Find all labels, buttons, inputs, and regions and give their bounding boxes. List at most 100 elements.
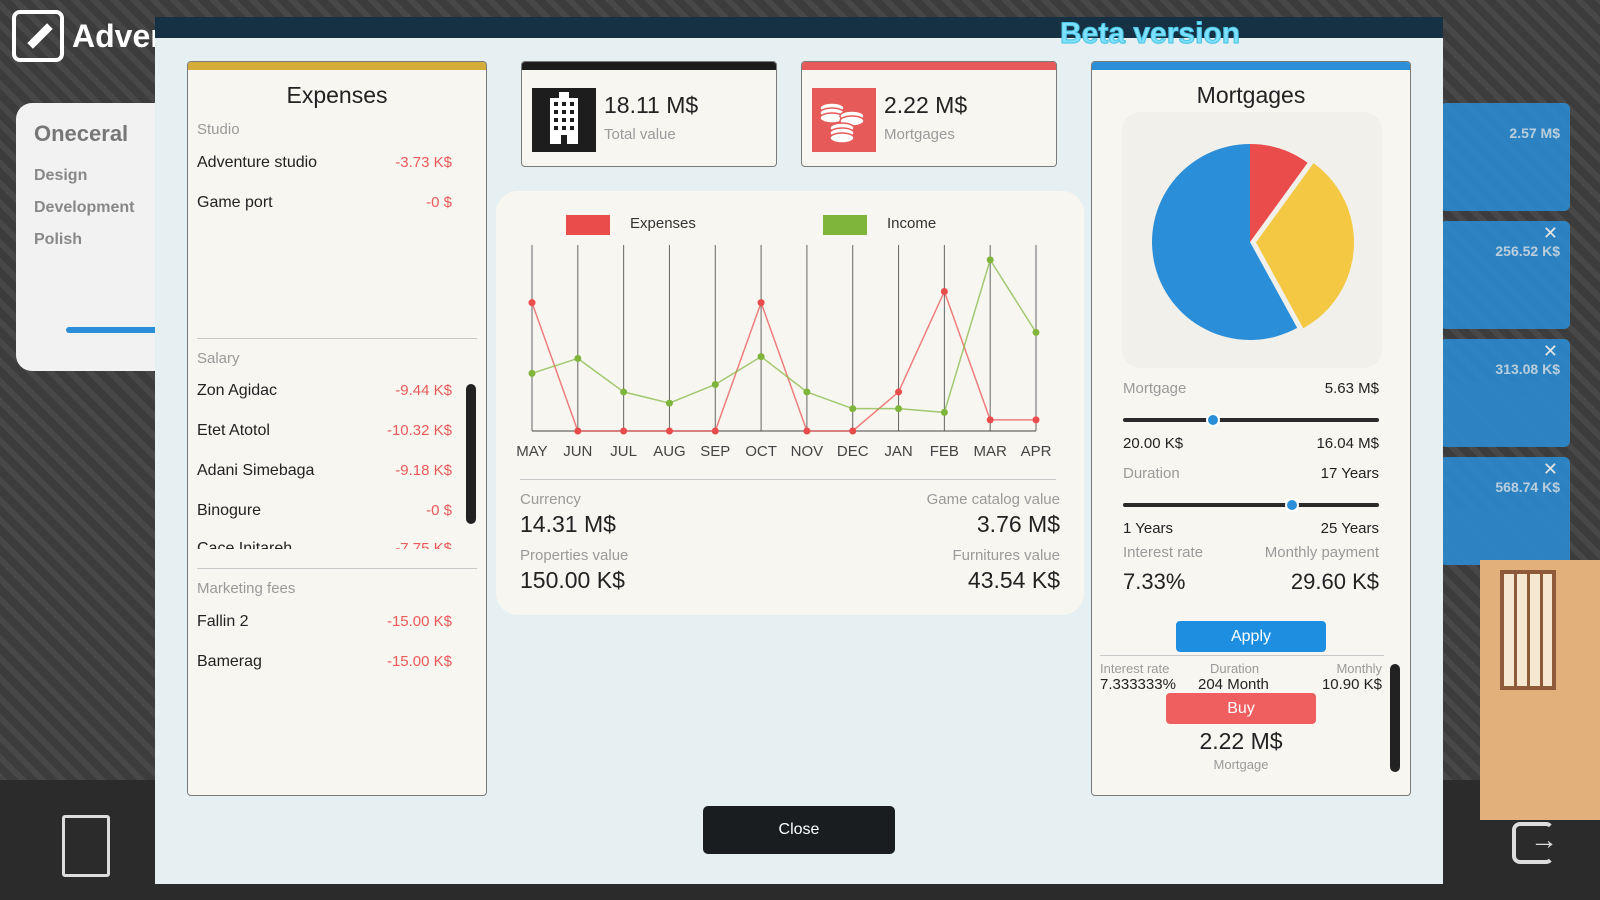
close-button[interactable]: Close bbox=[703, 806, 895, 854]
pie-chart-area bbox=[1122, 112, 1382, 368]
currency-value: 14.31 M$ bbox=[520, 511, 616, 537]
side-card-value: 2.57 M$ bbox=[1509, 125, 1560, 141]
edit-icon bbox=[12, 10, 64, 62]
expense-value: -0 $ bbox=[426, 194, 452, 211]
duration-slider-handle[interactable] bbox=[1284, 498, 1299, 512]
duration-label: Duration bbox=[1123, 465, 1180, 482]
side-card[interactable]: ✕ 256.52 K$ bbox=[1440, 221, 1570, 329]
data-point-income bbox=[665, 399, 673, 407]
exit-icon[interactable] bbox=[1512, 822, 1558, 864]
x-tick-label: APR bbox=[1021, 443, 1052, 460]
salary-row: Binogure -0 $ bbox=[197, 502, 452, 524]
side-cards: 2.57 M$ ✕ 256.52 K$ ✕ 313.08 K$ ✕ 568.74 K$ bbox=[1440, 103, 1570, 575]
offer-monthly-label: Monthly bbox=[1336, 661, 1382, 676]
data-point-expenses bbox=[574, 427, 582, 435]
salary-value: -9.44 K$ bbox=[395, 382, 452, 399]
mortgage-slider[interactable] bbox=[1123, 413, 1379, 427]
apply-button[interactable]: Apply bbox=[1176, 621, 1326, 652]
buy-button[interactable]: Buy bbox=[1166, 693, 1316, 724]
close-icon[interactable]: ✕ bbox=[1543, 341, 1558, 362]
expense-row: Game port -0 $ bbox=[197, 194, 452, 216]
employee-name: Zon Agidac bbox=[197, 382, 278, 399]
offer-interest-value: 7.333333% bbox=[1100, 676, 1176, 693]
data-point-expenses bbox=[940, 288, 948, 295]
panel-accent bbox=[1092, 62, 1410, 70]
section-divider bbox=[197, 338, 477, 339]
x-tick-label: JAN bbox=[884, 443, 912, 460]
expenses-title: Expenses bbox=[286, 82, 388, 108]
close-icon[interactable]: ✕ bbox=[1543, 223, 1558, 244]
salary-label: Salary bbox=[197, 350, 240, 367]
offer-interest-label: Interest rate bbox=[1100, 661, 1170, 676]
mortgage-value: 5.63 M$ bbox=[1324, 380, 1379, 397]
campaign-name: Bamerag bbox=[197, 653, 262, 670]
mortgages-panel: Mortgages Mortgage 5.63 M$ 20.00 K$ 16.0… bbox=[1091, 61, 1411, 796]
data-point-income bbox=[620, 388, 628, 396]
modal-header-strip bbox=[155, 17, 1443, 38]
monthly-value: 29.60 K$ bbox=[1290, 569, 1379, 594]
mortgages-title: Mortgages bbox=[1196, 82, 1306, 108]
catalog-label: Game catalog value bbox=[926, 491, 1060, 508]
window-decoration bbox=[1500, 570, 1556, 690]
project-step: Development bbox=[34, 199, 135, 216]
salary-value: -7.75 K$ bbox=[395, 540, 452, 549]
expense-row: Adventure studio -3.73 K$ bbox=[197, 154, 452, 176]
mortgage-slider-handle[interactable] bbox=[1205, 413, 1220, 427]
data-point-expenses bbox=[620, 427, 628, 435]
data-point-income bbox=[574, 354, 582, 362]
mortgages-card: 2.22 M$ Mortgages bbox=[801, 61, 1057, 167]
mortgage-label: Mortgage bbox=[1123, 380, 1187, 397]
employee-name: Etet Atotol bbox=[197, 422, 270, 439]
offer-duration-value: 204 Month bbox=[1198, 676, 1269, 693]
side-card[interactable]: ✕ 568.74 K$ bbox=[1440, 457, 1570, 565]
panel-accent bbox=[188, 62, 486, 70]
employee-name: Binogure bbox=[197, 502, 262, 519]
data-point-income bbox=[757, 353, 765, 361]
side-card[interactable]: ✕ 313.08 K$ bbox=[1440, 339, 1570, 447]
data-point-expenses bbox=[757, 299, 765, 307]
side-card[interactable]: 2.57 M$ bbox=[1440, 103, 1570, 211]
building-icon[interactable] bbox=[62, 815, 110, 877]
interest-label: Interest rate bbox=[1123, 544, 1204, 561]
stats-divider bbox=[520, 479, 1056, 480]
salary-row: Cace Initareh -7.75 K$ bbox=[197, 540, 452, 549]
side-card-value: 313.08 K$ bbox=[1495, 361, 1560, 377]
x-tick-label: MAY bbox=[516, 443, 547, 460]
x-tick-label: JUN bbox=[563, 443, 592, 460]
panel-accent bbox=[802, 62, 1056, 70]
marketing-row: Bamerag -15.00 K$ bbox=[197, 653, 452, 675]
data-point-income bbox=[986, 256, 994, 264]
offer-duration-label: Duration bbox=[1210, 661, 1260, 676]
x-tick-label: MAR bbox=[974, 443, 1008, 460]
mortgage-max: 16.04 M$ bbox=[1316, 435, 1379, 452]
expenses-panel: Expenses Studio Adventure studio -3.73 K… bbox=[187, 61, 487, 796]
employee-name: Adani Simebaga bbox=[197, 462, 315, 479]
x-tick-label: FEB bbox=[930, 443, 959, 460]
data-point-income bbox=[803, 388, 811, 396]
salary-scrollbar[interactable] bbox=[466, 384, 476, 524]
x-tick-label: DEC bbox=[837, 443, 869, 460]
data-point-income bbox=[895, 405, 903, 413]
project-title: Oneceral bbox=[34, 121, 129, 146]
total-value: 18.11 M$ bbox=[604, 92, 699, 118]
mortgages-label: Mortgages bbox=[884, 126, 955, 143]
panel-accent bbox=[522, 62, 776, 70]
duration-value: 17 Years bbox=[1320, 465, 1379, 482]
currency-label: Currency bbox=[520, 491, 581, 508]
furnitures-value: 43.54 K$ bbox=[967, 567, 1060, 593]
properties-value: 150.00 K$ bbox=[520, 567, 625, 593]
employee-name: Cace Initareh bbox=[197, 540, 293, 549]
side-card-value: 256.52 K$ bbox=[1495, 243, 1560, 259]
salary-value: -10.32 K$ bbox=[386, 422, 452, 439]
duration-slider[interactable] bbox=[1123, 498, 1379, 512]
close-icon[interactable]: ✕ bbox=[1543, 459, 1558, 480]
expense-name: Game port bbox=[197, 194, 273, 211]
beta-label: Beta version bbox=[1059, 17, 1241, 51]
offers-scrollbar[interactable] bbox=[1390, 664, 1400, 772]
duration-max: 25 Years bbox=[1320, 520, 1379, 537]
x-tick-label: SEP bbox=[700, 443, 730, 460]
x-tick-label: JUL bbox=[610, 443, 637, 460]
salary-value: -9.18 K$ bbox=[395, 462, 452, 479]
salary-list[interactable]: Zon Agidac -9.44 K$ Etet Atotol -10.32 K… bbox=[197, 382, 479, 549]
campaign-value: -15.00 K$ bbox=[386, 613, 452, 630]
